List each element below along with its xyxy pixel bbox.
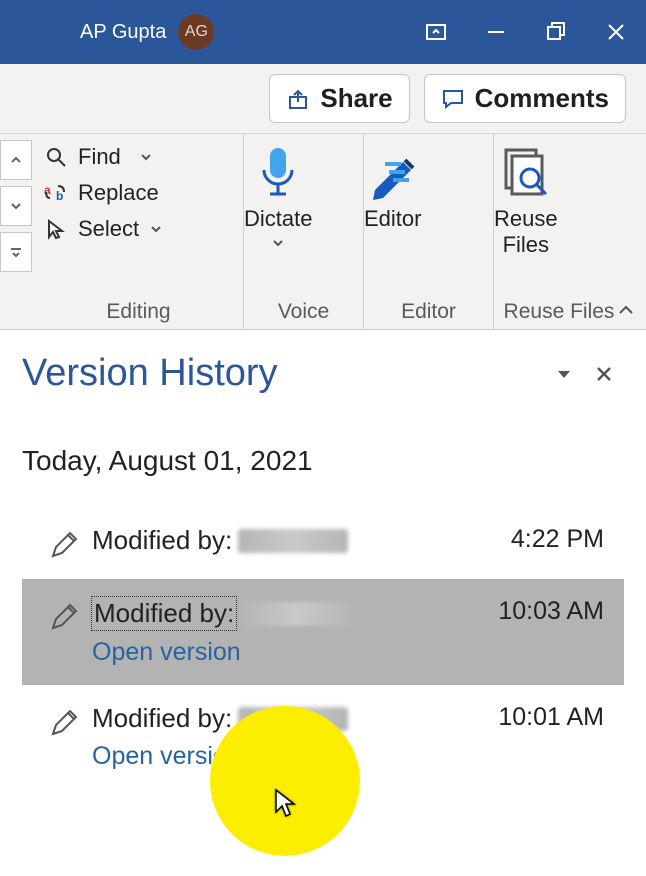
replace-label: Replace: [78, 180, 159, 206]
styles-gallery-scroll: [0, 134, 34, 329]
collab-bar: Share Comments: [0, 64, 646, 134]
find-label: Find: [78, 144, 121, 170]
reuse-files-group-label: Reuse Files: [494, 295, 624, 329]
version-item[interactable]: Modified by: Open version 10:01 AM: [22, 685, 624, 789]
comment-icon: [441, 87, 465, 111]
dictate-label: Dictate: [244, 206, 312, 232]
styles-more-button[interactable]: [0, 232, 32, 272]
svg-text:a: a: [44, 183, 51, 197]
styles-up-button[interactable]: [0, 140, 32, 180]
select-dropdown-icon[interactable]: [149, 222, 163, 236]
editor-label: Editor: [364, 206, 421, 232]
modified-by-label: Modified by:: [92, 703, 232, 734]
pencil-icon: [48, 529, 80, 561]
close-button[interactable]: [586, 0, 646, 64]
editor-pen-icon: [365, 144, 421, 200]
find-dropdown-icon[interactable]: [139, 150, 153, 164]
version-item[interactable]: Modified by: 4:22 PM: [22, 507, 624, 579]
mouse-cursor-icon: [274, 788, 298, 818]
modified-by-label: Modified by:: [92, 597, 236, 630]
pencil-icon: [48, 707, 80, 739]
cursor-arrow-icon: [44, 217, 68, 241]
pane-options-button[interactable]: [544, 354, 584, 394]
editing-group: Find ab Replace Select Ed: [34, 134, 244, 329]
account-avatar[interactable]: AG: [178, 14, 214, 50]
find-button[interactable]: Find: [44, 144, 153, 170]
reuse-files-icon: [498, 144, 554, 200]
modified-by-name: [242, 602, 352, 626]
open-version-link[interactable]: Open version: [92, 742, 610, 771]
account-name[interactable]: AP Gupta: [80, 21, 166, 44]
comments-button[interactable]: Comments: [424, 74, 626, 123]
minimize-button[interactable]: [466, 0, 526, 64]
reuse-files-group: Reuse Files Reuse Files: [494, 134, 624, 329]
ribbon-display-options-button[interactable]: [406, 0, 466, 64]
editor-group: Editor Editor: [364, 134, 494, 329]
version-time: 10:03 AM: [498, 597, 604, 626]
reuse-files-label: Reuse Files: [494, 206, 558, 259]
dictate-button[interactable]: Dictate: [244, 144, 312, 250]
version-time: 10:01 AM: [498, 703, 604, 732]
pane-close-button[interactable]: [584, 354, 624, 394]
comments-label: Comments: [475, 83, 609, 114]
editing-group-label: Editing: [34, 295, 243, 329]
version-item[interactable]: Modified by: Open version 10:03 AM: [22, 579, 624, 685]
voice-group: Dictate Voice: [244, 134, 364, 329]
voice-group-label: Voice: [244, 295, 363, 329]
select-button[interactable]: Select: [44, 216, 163, 242]
open-version-link[interactable]: Open version: [92, 638, 610, 667]
version-history-pane: Version History Today, August 01, 2021 M…: [0, 330, 646, 789]
styles-down-button[interactable]: [0, 186, 32, 226]
modified-by-label: Modified by:: [92, 525, 232, 556]
share-icon: [286, 87, 310, 111]
svg-text:b: b: [56, 189, 63, 203]
version-time: 4:22 PM: [511, 525, 604, 554]
modified-by-name: [238, 707, 348, 731]
modified-by-name: [238, 529, 348, 553]
version-history-title: Version History: [22, 352, 544, 395]
dictate-dropdown-icon[interactable]: [271, 236, 285, 250]
select-label: Select: [78, 216, 139, 242]
reuse-files-button[interactable]: Reuse Files: [494, 144, 558, 259]
title-bar: AP Gupta AG: [0, 0, 646, 64]
collapse-ribbon-button[interactable]: [616, 301, 636, 321]
editor-group-label: Editor: [364, 295, 493, 329]
share-label: Share: [320, 83, 392, 114]
search-icon: [44, 145, 68, 169]
replace-icon: ab: [44, 181, 68, 205]
pencil-icon: [48, 601, 80, 633]
replace-button[interactable]: ab Replace: [44, 180, 159, 206]
ribbon: Find ab Replace Select Ed: [0, 134, 646, 330]
share-button[interactable]: Share: [269, 74, 409, 123]
editor-button[interactable]: Editor: [364, 144, 421, 232]
version-date-header: Today, August 01, 2021: [22, 445, 624, 477]
maximize-button[interactable]: [526, 0, 586, 64]
microphone-icon: [250, 144, 306, 200]
